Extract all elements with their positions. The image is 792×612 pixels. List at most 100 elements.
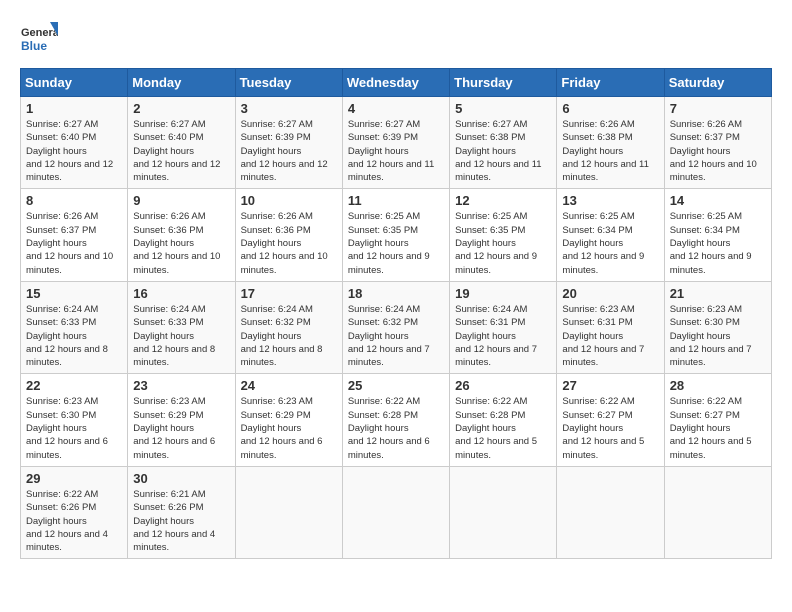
calendar-cell: 13Sunrise: 6:25 AMSunset: 6:34 PMDayligh… — [557, 189, 664, 281]
day-info: Sunrise: 6:21 AMSunset: 6:26 PMDaylight … — [133, 488, 229, 554]
weekday-header-cell: Sunday — [21, 69, 128, 97]
day-number: 28 — [670, 378, 766, 393]
calendar-week-row: 1 Sunrise: 6:27 AMSunset: 6:40 PMDaylight… — [21, 97, 772, 189]
calendar-cell: 2 Sunrise: 6:27 AMSunset: 6:40 PMDaylight… — [128, 97, 235, 189]
day-number: 6 — [562, 101, 658, 116]
calendar-cell: 7 Sunrise: 6:26 AMSunset: 6:37 PMDaylight… — [664, 97, 771, 189]
day-info: Sunrise: 6:22 AMSunset: 6:28 PMDaylight … — [455, 395, 551, 461]
day-info: Sunrise: 6:22 AMSunset: 6:26 PMDaylight … — [26, 488, 122, 554]
calendar-cell: 27 Sunrise: 6:22 AMSunset: 6:27 PMDayligh… — [557, 374, 664, 466]
day-info: Sunrise: 6:23 AMSunset: 6:29 PMDaylight … — [241, 395, 337, 461]
day-number: 3 — [241, 101, 337, 116]
day-number: 26 — [455, 378, 551, 393]
day-number: 30 — [133, 471, 229, 486]
calendar-cell: 23 Sunrise: 6:23 AMSunset: 6:29 PMDayligh… — [128, 374, 235, 466]
day-info: Sunrise: 6:27 AMSunset: 6:40 PMDaylight … — [133, 118, 229, 184]
weekday-header-cell: Thursday — [450, 69, 557, 97]
day-number: 2 — [133, 101, 229, 116]
weekday-header-cell: Wednesday — [342, 69, 449, 97]
day-number: 23 — [133, 378, 229, 393]
day-info: Sunrise: 6:27 AMSunset: 6:38 PMDaylight … — [455, 118, 551, 184]
calendar-cell: 12 Sunrise: 6:25 AMSunset: 6:35 PMDayligh… — [450, 189, 557, 281]
day-number: 7 — [670, 101, 766, 116]
day-info: Sunrise: 6:26 AMSunset: 6:37 PMDaylight … — [670, 118, 766, 184]
calendar-cell: 18 Sunrise: 6:24 AMSunset: 6:32 PMDayligh… — [342, 281, 449, 373]
day-info: Sunrise: 6:27 AMSunset: 6:40 PMDaylight … — [26, 118, 122, 184]
calendar-cell: 16 Sunrise: 6:24 AMSunset: 6:33 PMDayligh… — [128, 281, 235, 373]
day-number: 17 — [241, 286, 337, 301]
calendar-cell: 28 Sunrise: 6:22 AMSunset: 6:27 PMDayligh… — [664, 374, 771, 466]
header: General Blue — [20, 20, 772, 58]
day-number: 10 — [241, 193, 337, 208]
calendar-cell: 9Sunrise: 6:26 AMSunset: 6:36 PMDaylight… — [128, 189, 235, 281]
calendar-cell — [342, 466, 449, 558]
day-number: 5 — [455, 101, 551, 116]
logo-container: General Blue — [20, 20, 58, 58]
day-info: Sunrise: 6:24 AMSunset: 6:31 PMDaylight … — [455, 303, 551, 369]
day-info: Sunrise: 6:22 AMSunset: 6:28 PMDaylight … — [348, 395, 444, 461]
day-number: 25 — [348, 378, 444, 393]
day-info: Sunrise: 6:25 AMSunset: 6:34 PMDaylight … — [670, 210, 766, 276]
day-number: 22 — [26, 378, 122, 393]
calendar-cell: 24 Sunrise: 6:23 AMSunset: 6:29 PMDayligh… — [235, 374, 342, 466]
day-number: 29 — [26, 471, 122, 486]
calendar-cell: 1 Sunrise: 6:27 AMSunset: 6:40 PMDaylight… — [21, 97, 128, 189]
calendar-cell: 5 Sunrise: 6:27 AMSunset: 6:38 PMDaylight… — [450, 97, 557, 189]
day-number: 19 — [455, 286, 551, 301]
day-number: 9 — [133, 193, 229, 208]
day-info: Sunrise: 6:25 AMSunset: 6:35 PMDaylight … — [455, 210, 551, 276]
calendar-body: 1 Sunrise: 6:27 AMSunset: 6:40 PMDaylight… — [21, 97, 772, 559]
day-info: Sunrise: 6:24 AMSunset: 6:33 PMDaylight … — [26, 303, 122, 369]
calendar-cell: 20Sunrise: 6:23 AMSunset: 6:31 PMDayligh… — [557, 281, 664, 373]
weekday-header-cell: Friday — [557, 69, 664, 97]
day-number: 16 — [133, 286, 229, 301]
day-info: Sunrise: 6:26 AMSunset: 6:38 PMDaylight … — [562, 118, 658, 184]
day-number: 14 — [670, 193, 766, 208]
day-number: 12 — [455, 193, 551, 208]
day-number: 4 — [348, 101, 444, 116]
day-info: Sunrise: 6:22 AMSunset: 6:27 PMDaylight … — [670, 395, 766, 461]
day-number: 24 — [241, 378, 337, 393]
day-info: Sunrise: 6:24 AMSunset: 6:32 PMDaylight … — [241, 303, 337, 369]
calendar-cell: 11Sunrise: 6:25 AMSunset: 6:35 PMDayligh… — [342, 189, 449, 281]
calendar-cell: 17 Sunrise: 6:24 AMSunset: 6:32 PMDayligh… — [235, 281, 342, 373]
day-number: 1 — [26, 101, 122, 116]
weekday-header-cell: Tuesday — [235, 69, 342, 97]
day-info: Sunrise: 6:26 AMSunset: 6:37 PMDaylight … — [26, 210, 122, 276]
calendar-cell: 21Sunrise: 6:23 AMSunset: 6:30 PMDayligh… — [664, 281, 771, 373]
day-info: Sunrise: 6:27 AMSunset: 6:39 PMDaylight … — [241, 118, 337, 184]
logo-svg: General Blue — [20, 20, 58, 58]
day-number: 27 — [562, 378, 658, 393]
day-info: Sunrise: 6:26 AMSunset: 6:36 PMDaylight … — [241, 210, 337, 276]
day-info: Sunrise: 6:22 AMSunset: 6:27 PMDaylight … — [562, 395, 658, 461]
day-info: Sunrise: 6:24 AMSunset: 6:33 PMDaylight … — [133, 303, 229, 369]
day-info: Sunrise: 6:23 AMSunset: 6:29 PMDaylight … — [133, 395, 229, 461]
calendar-cell: 26 Sunrise: 6:22 AMSunset: 6:28 PMDayligh… — [450, 374, 557, 466]
calendar-cell: 15 Sunrise: 6:24 AMSunset: 6:33 PMDayligh… — [21, 281, 128, 373]
calendar-cell — [235, 466, 342, 558]
calendar-cell — [664, 466, 771, 558]
calendar-cell: 25 Sunrise: 6:22 AMSunset: 6:28 PMDayligh… — [342, 374, 449, 466]
calendar-cell: 30 Sunrise: 6:21 AMSunset: 6:26 PMDayligh… — [128, 466, 235, 558]
day-number: 13 — [562, 193, 658, 208]
calendar-cell: 8 Sunrise: 6:26 AMSunset: 6:37 PMDaylight… — [21, 189, 128, 281]
day-number: 15 — [26, 286, 122, 301]
calendar-week-row: 15 Sunrise: 6:24 AMSunset: 6:33 PMDayligh… — [21, 281, 772, 373]
weekday-header-cell: Monday — [128, 69, 235, 97]
calendar-cell: 14 Sunrise: 6:25 AMSunset: 6:34 PMDayligh… — [664, 189, 771, 281]
day-number: 8 — [26, 193, 122, 208]
day-number: 18 — [348, 286, 444, 301]
calendar-cell: 4 Sunrise: 6:27 AMSunset: 6:39 PMDaylight… — [342, 97, 449, 189]
calendar-cell: 22Sunrise: 6:23 AMSunset: 6:30 PMDayligh… — [21, 374, 128, 466]
day-info: Sunrise: 6:24 AMSunset: 6:32 PMDaylight … — [348, 303, 444, 369]
calendar-week-row: 22Sunrise: 6:23 AMSunset: 6:30 PMDayligh… — [21, 374, 772, 466]
calendar-cell — [557, 466, 664, 558]
weekday-header-cell: Saturday — [664, 69, 771, 97]
day-number: 11 — [348, 193, 444, 208]
calendar-cell: 29 Sunrise: 6:22 AMSunset: 6:26 PMDayligh… — [21, 466, 128, 558]
day-info: Sunrise: 6:27 AMSunset: 6:39 PMDaylight … — [348, 118, 444, 184]
svg-text:Blue: Blue — [21, 39, 47, 53]
calendar-cell: 10 Sunrise: 6:26 AMSunset: 6:36 PMDayligh… — [235, 189, 342, 281]
day-info: Sunrise: 6:23 AMSunset: 6:31 PMDaylight … — [562, 303, 658, 369]
weekday-header-row: SundayMondayTuesdayWednesdayThursdayFrid… — [21, 69, 772, 97]
